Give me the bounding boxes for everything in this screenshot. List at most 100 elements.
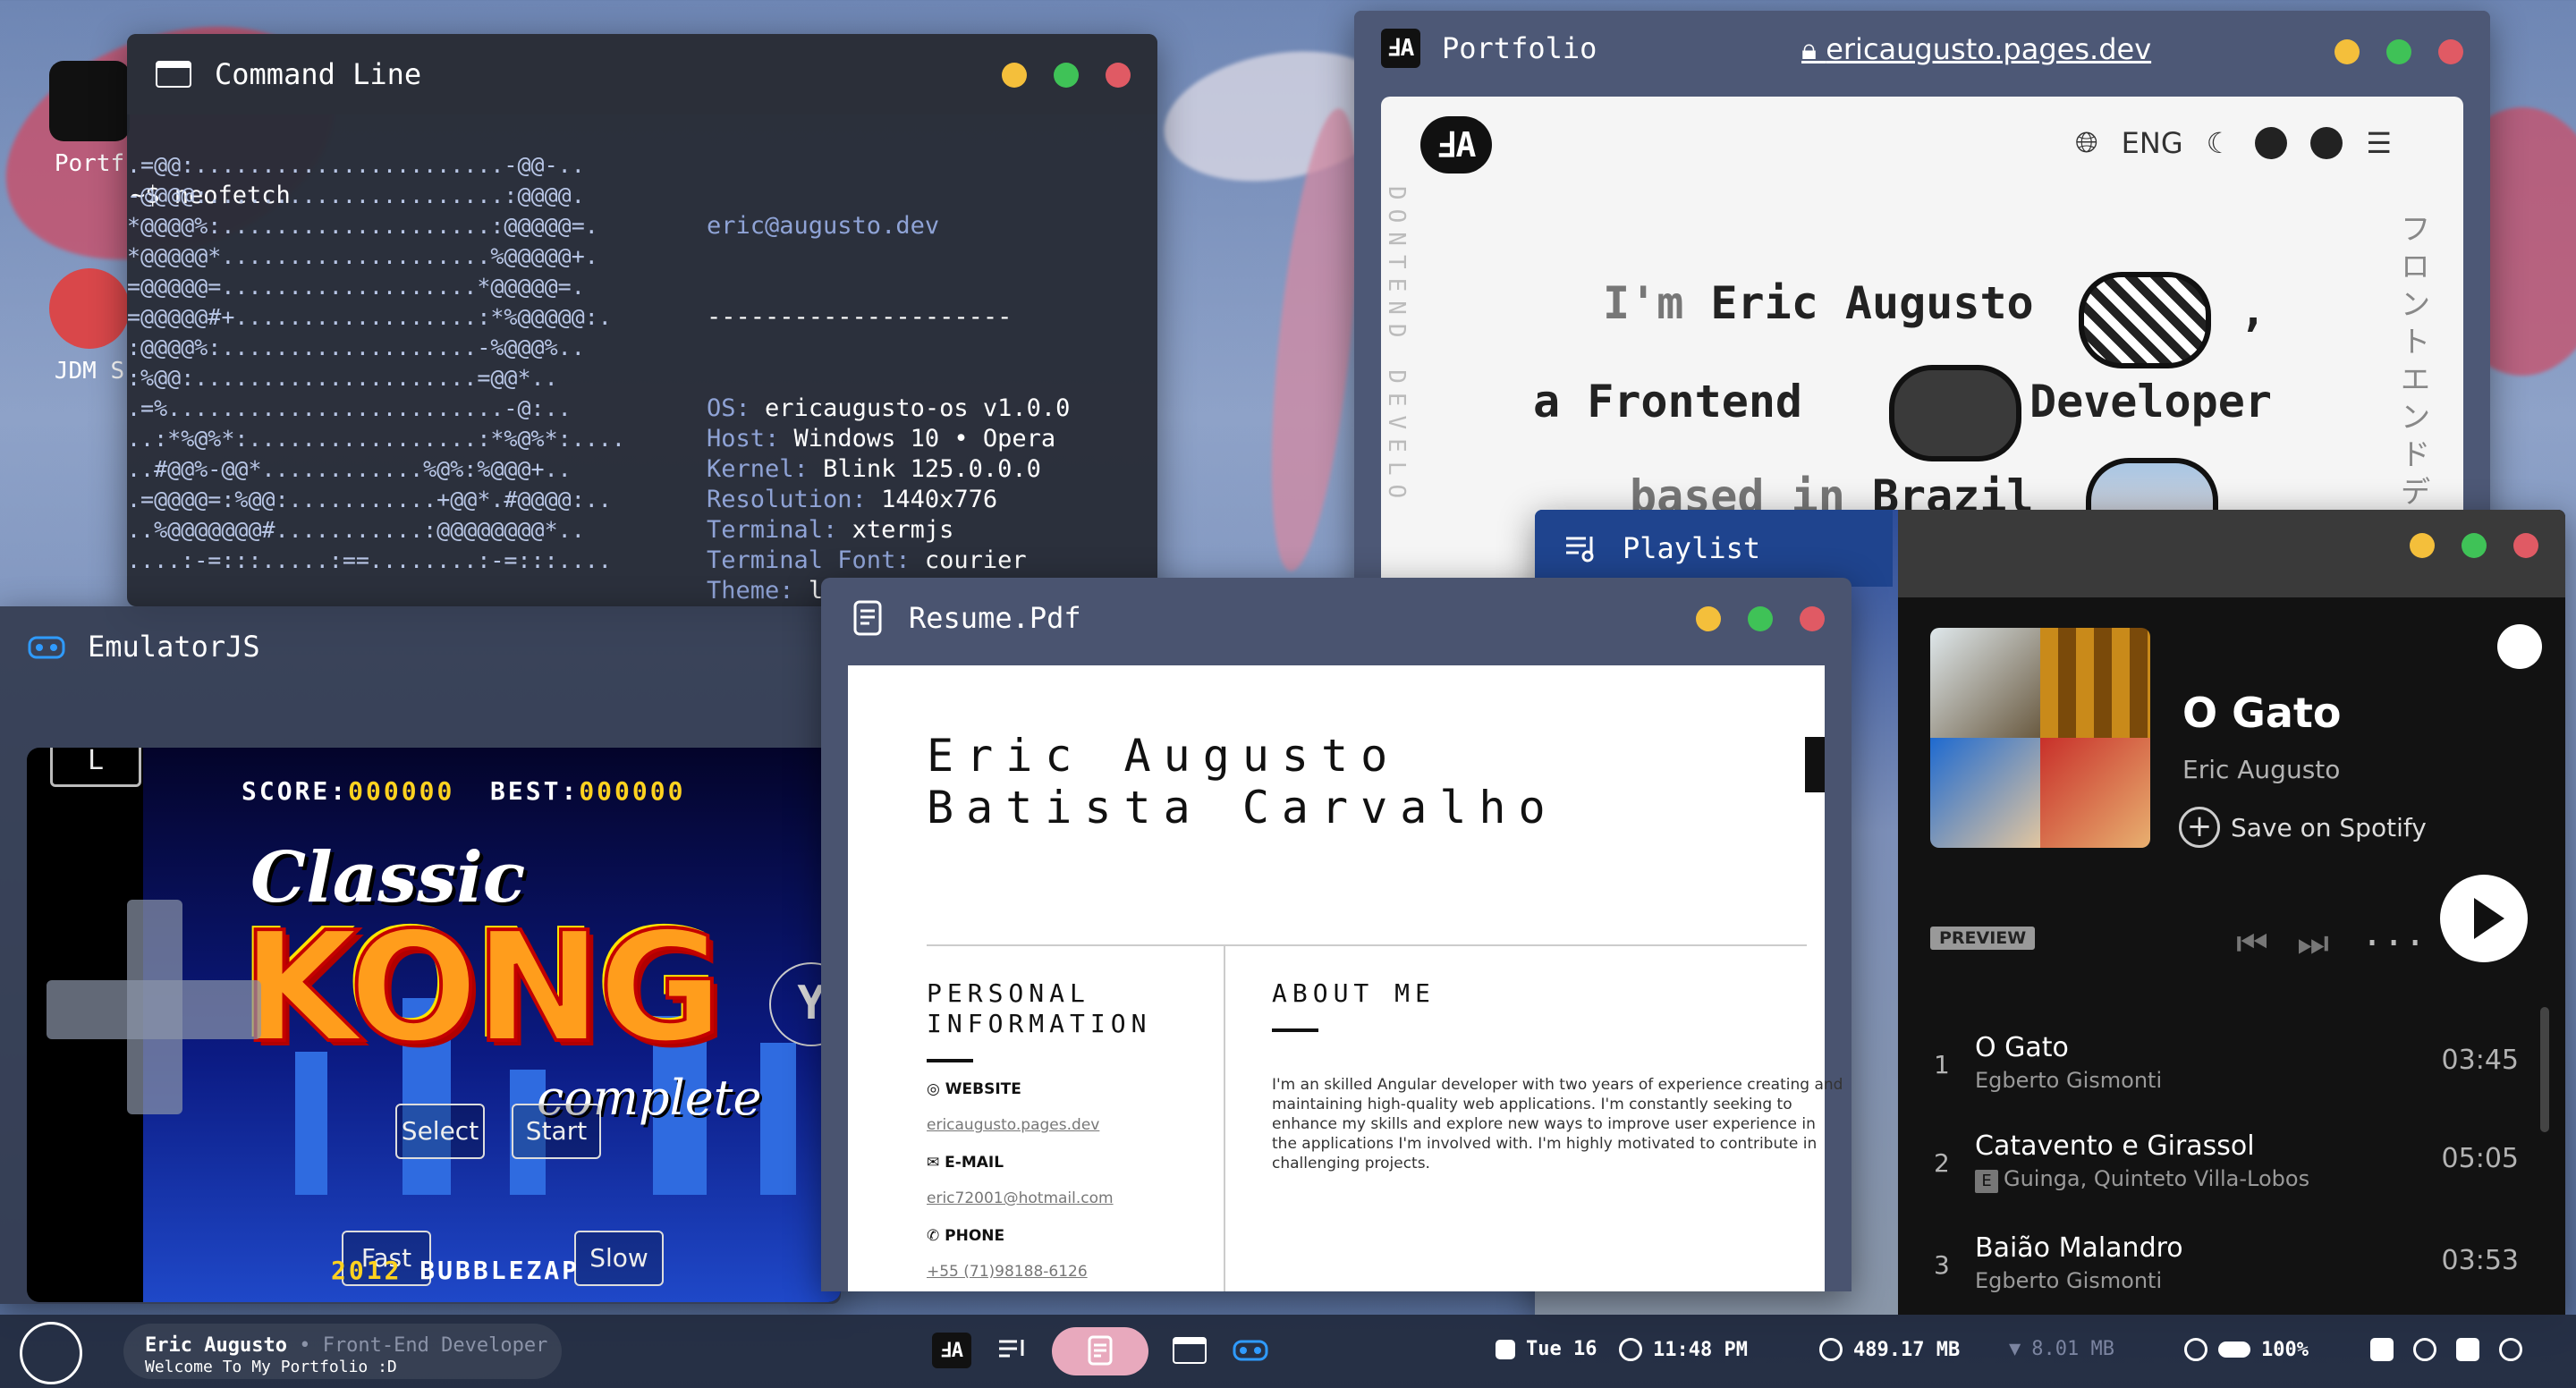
track-list-scrollbar[interactable] [2540, 1007, 2549, 1132]
phone-link[interactable]: +55 (71)98188-6126 [927, 1263, 1088, 1281]
dpad-horizontal[interactable] [47, 980, 261, 1039]
windows-icon[interactable] [2456, 1338, 2479, 1361]
info-value: 1440x776 [881, 486, 998, 513]
website-link[interactable]: ericaugusto.pages.dev [927, 1116, 1099, 1134]
taskbar-terminal-icon[interactable] [1170, 1333, 1209, 1368]
info-row: OS: ericaugusto-os v1.0.0 [707, 394, 1070, 424]
about-text: I'm an skilled Angular developer with tw… [1272, 1076, 1843, 1172]
vpn-icon [2184, 1338, 2207, 1361]
close-button[interactable] [1800, 606, 1825, 631]
user-info-pill[interactable]: Eric Augusto • Front-End Developer Welco… [123, 1324, 562, 1379]
track-row[interactable]: 3 Baião Malandro Egberto Gismonti 03:53 [1898, 1220, 2524, 1309]
menu-icon[interactable]: ☰ [2366, 126, 2392, 160]
close-button[interactable] [2513, 533, 2538, 558]
now-playing-artist[interactable]: Eric Augusto [2182, 755, 2340, 784]
start-menu-cat-icon[interactable] [20, 1322, 82, 1384]
info-key: Terminal Font: [707, 546, 911, 574]
taskbar-emulator-icon[interactable] [1231, 1333, 1270, 1368]
jdm-app-icon [49, 268, 130, 349]
resume-page[interactable]: Eric Augusto Batista Carvalho PERSONAL I… [848, 665, 1843, 1291]
page-marker [1805, 737, 1825, 792]
minimize-button[interactable] [1696, 606, 1721, 631]
taskbar-resume-icon[interactable] [1080, 1333, 1120, 1368]
info-key: Resolution: [707, 486, 867, 513]
linkedin-icon[interactable] [2310, 126, 2343, 159]
clock-widget[interactable]: 11:48 PM [1619, 1338, 1748, 1361]
track-name: Baião Malandro [1975, 1232, 2183, 1264]
network-text: 8.01 MB [2031, 1338, 2114, 1360]
next-icon[interactable]: ⏭︎ [2297, 923, 2329, 964]
time-text: 11:48 PM [1653, 1338, 1748, 1361]
memory-widget[interactable]: 489.17 MB [1819, 1338, 1960, 1361]
date-widget[interactable]: Tue 16 [1496, 1338, 1597, 1360]
game-footer: 2012 BUBBLEZAP [331, 1256, 580, 1285]
battery-icon [2218, 1341, 2250, 1358]
emulator-window[interactable]: EmulatorJS SCORE:000000 BEST:000000 Clas… [0, 606, 841, 1304]
maximize-button[interactable] [1054, 63, 1079, 88]
mail-icon: ✉ [927, 1154, 940, 1172]
select-button[interactable]: Select [395, 1104, 485, 1159]
window-titlebar[interactable]: Playlist [1535, 510, 1893, 587]
ascii-art-line: -@@@@:......................:@@@@. [127, 182, 585, 208]
track-name: Cataventо e Girassol [1975, 1130, 2255, 1162]
ascii-art-line: *@@@@%:....................:@@@@@=. [127, 213, 598, 239]
network-widget[interactable]: ▼ 8.01 MB [2009, 1338, 2114, 1360]
clock-icon [1619, 1338, 1642, 1361]
track-number: 2 [1934, 1148, 1950, 1178]
track-row[interactable]: 1 O Gato Egberto Gismonti 03:45 [1898, 1020, 2524, 1109]
ascii-art-line: :@@@@%:...................-%@@@%.. [127, 334, 585, 360]
hero-photo-pill [2079, 272, 2211, 368]
terminal-output[interactable]: ~$ neofetch .=@@:.......................… [127, 120, 1157, 606]
battery-text: 100% [2261, 1338, 2309, 1361]
date-text: Tue 16 [1526, 1338, 1597, 1360]
minimize-button[interactable] [2334, 39, 2360, 64]
globe-icon[interactable]: 🌐︎ [2075, 125, 2098, 160]
start-button[interactable]: Start [512, 1104, 601, 1159]
window-titlebar[interactable]: EmulatorJS [0, 606, 841, 687]
maximize-button[interactable] [2386, 39, 2411, 64]
close-button[interactable] [1106, 63, 1131, 88]
minimize-button[interactable] [1002, 63, 1027, 88]
game-screen[interactable]: SCORE:000000 BEST:000000 Classic KONG co… [27, 748, 841, 1302]
spotify-logo-icon[interactable] [2497, 624, 2542, 669]
language-selector[interactable]: ENG [2122, 126, 2183, 160]
email-link[interactable]: eric72001@hotmail.com [927, 1189, 1114, 1207]
info-value: xtermjs [852, 516, 954, 544]
track-row[interactable]: 2 Cataventо e Girassol E Guinga, Quinteto… [1898, 1118, 2524, 1207]
ascii-art-line: .=%.........................-@:.. [127, 395, 572, 421]
info-key: Terminal: [707, 516, 838, 544]
system-info: eric@augusto.dev --------------------- O… [707, 150, 1070, 606]
window-title: EmulatorJS [88, 630, 260, 664]
info-row: Kernel: Blink 125.0.0.0 [707, 454, 1070, 485]
previous-icon[interactable]: ⏮︎ [2236, 923, 2268, 964]
separator: --------------------- [707, 303, 1013, 331]
palette-icon[interactable] [2413, 1338, 2436, 1361]
github-icon[interactable] [2255, 126, 2288, 159]
more-icon[interactable]: ··· [2361, 923, 2426, 964]
address-url[interactable]: 🔒︎ ericaugusto.pages.dev [1801, 32, 2151, 67]
resume-window[interactable]: Resume.Pdf Eric Augusto Batista Carvalho… [821, 578, 1852, 1291]
taskbar-portfolio-icon[interactable]: ℲA [932, 1333, 971, 1368]
ascii-art: .=@@:.......................-@@-.. -@@@@:… [127, 150, 625, 576]
play-button[interactable] [2440, 875, 2528, 962]
minimize-button[interactable] [2410, 533, 2435, 558]
l-button[interactable]: L [50, 748, 141, 787]
maximize-button[interactable] [2462, 533, 2487, 558]
game-building [760, 1043, 796, 1195]
track-artist: Egberto Gismonti [1975, 1268, 2163, 1293]
spotify-embed[interactable]: O Gato Eric Augusto + Save on Spotify PR… [1898, 510, 2565, 1315]
save-on-spotify-button[interactable]: + Save on Spotify [2179, 807, 2427, 848]
moon-icon[interactable]: ☾ [2207, 126, 2233, 160]
explicit-badge: E [1975, 1170, 1998, 1193]
album-cover[interactable] [1930, 628, 2150, 848]
ghost-icon[interactable] [2370, 1338, 2394, 1361]
site-nav: 🌐︎ ENG ☾ ☰ [2075, 125, 2392, 160]
command-line-window[interactable]: Command Line ~$ neofetch .=@@:..........… [127, 34, 1157, 606]
taskbar-playlist-icon[interactable] [993, 1333, 1032, 1368]
site-logo[interactable]: ℲA [1420, 116, 1492, 174]
close-button[interactable] [2438, 39, 2463, 64]
power-icon[interactable] [2499, 1338, 2522, 1361]
slow-button[interactable]: Slow [574, 1231, 664, 1286]
maximize-button[interactable] [1748, 606, 1773, 631]
status-widget[interactable]: 100% [2184, 1338, 2309, 1361]
